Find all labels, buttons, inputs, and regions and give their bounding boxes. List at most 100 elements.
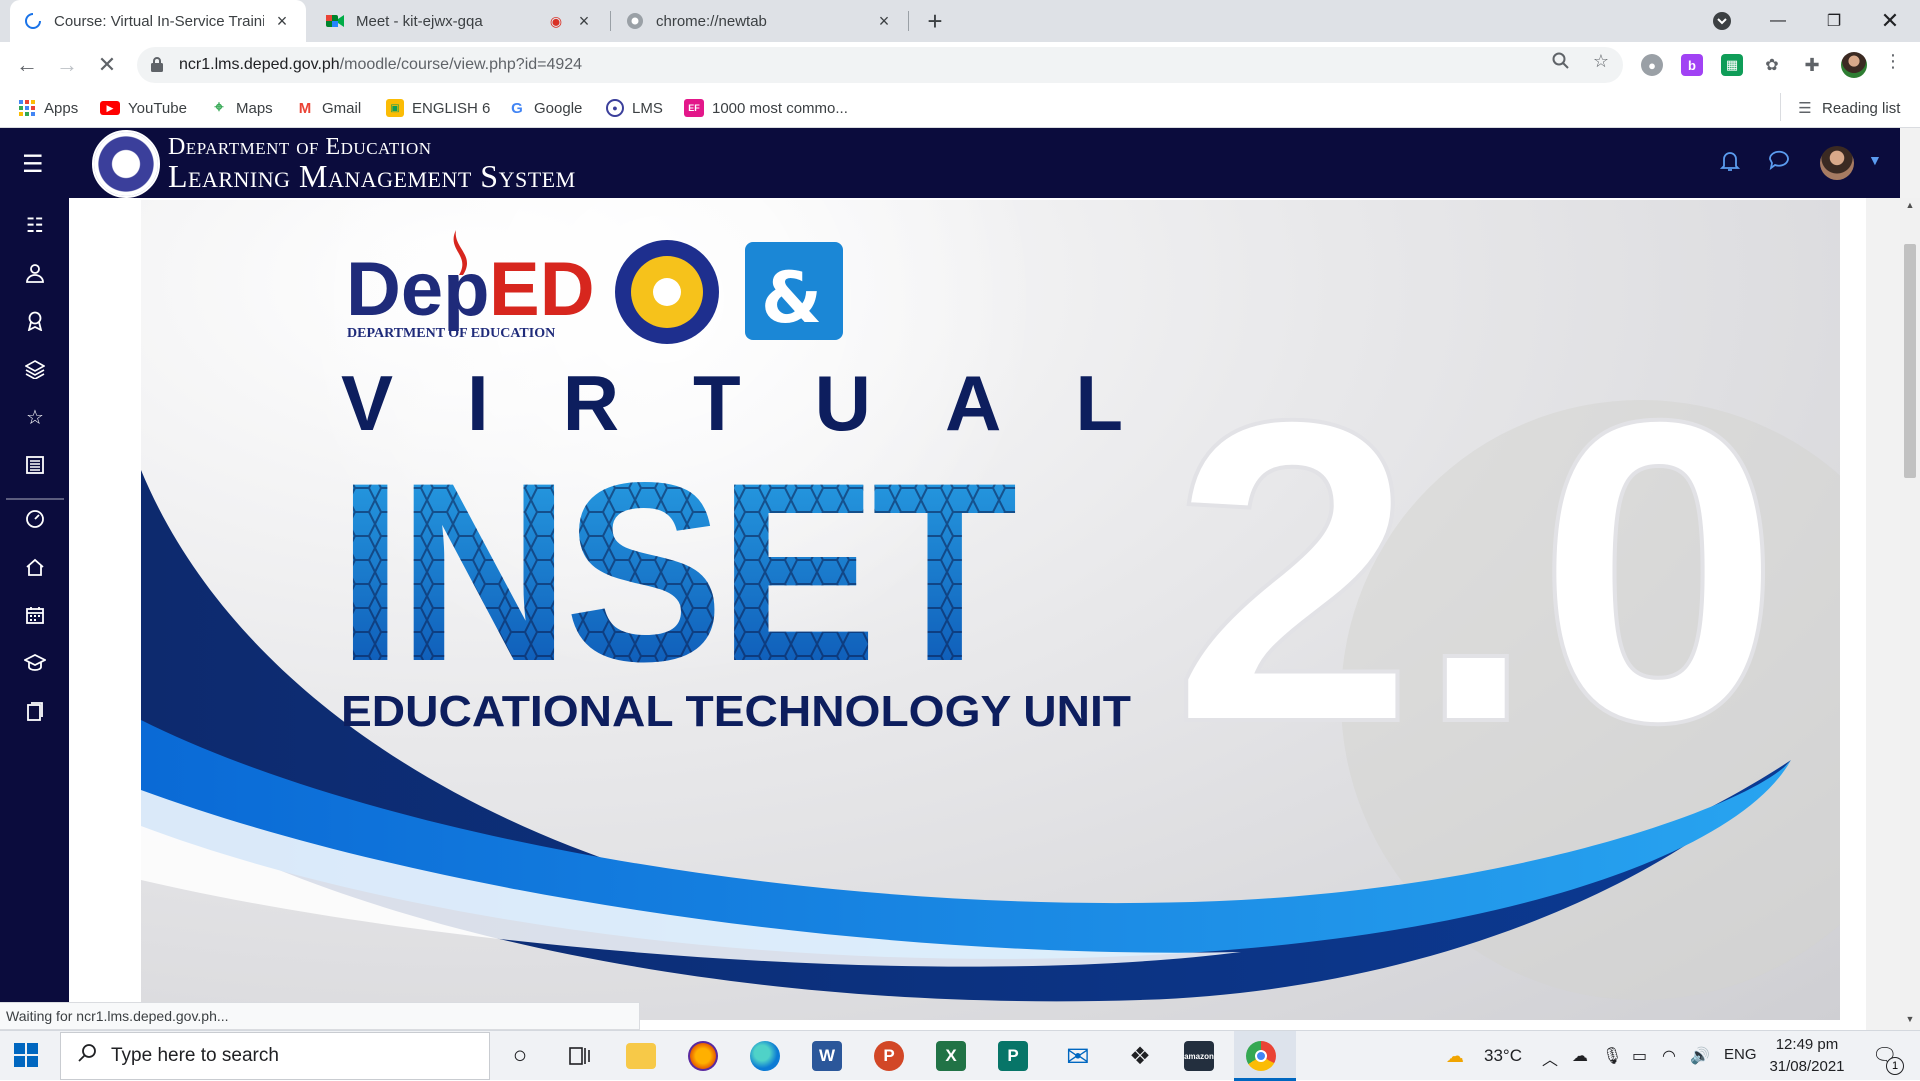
- bookmark-apps[interactable]: Apps: [18, 96, 78, 120]
- scrollbar-thumb[interactable]: [1904, 244, 1916, 478]
- minimize-button[interactable]: —: [1750, 0, 1806, 42]
- word-icon[interactable]: W: [812, 1041, 842, 1071]
- deped-logo: Dep ED DEPARTMENT OF EDUCATION: [346, 230, 595, 341]
- bookmark-label: YouTube: [128, 99, 187, 117]
- close-tab-icon[interactable]: ×: [272, 11, 292, 31]
- mail-icon[interactable]: ✉: [1060, 1038, 1096, 1074]
- back-button[interactable]: ←: [12, 50, 42, 80]
- publisher-icon[interactable]: P: [998, 1041, 1028, 1071]
- task-view-icon[interactable]: [562, 1038, 598, 1074]
- powerpoint-icon[interactable]: P: [874, 1041, 904, 1071]
- file-explorer-icon[interactable]: [626, 1043, 656, 1069]
- tab-title: chrome://newtab: [656, 12, 767, 30]
- messages-chat-icon[interactable]: [1768, 150, 1790, 176]
- deped-logo-dep-text: Dep: [346, 247, 490, 332]
- my-courses-graduation-cap-icon[interactable]: [22, 650, 48, 676]
- tab-search-button[interactable]: [1694, 0, 1750, 42]
- bookmark-star-icon[interactable]: ☆: [1590, 50, 1612, 72]
- onedrive-cloud-icon[interactable]: ☁: [1572, 1046, 1588, 1066]
- tab-newtab[interactable]: chrome://newtab ×: [612, 0, 908, 42]
- volume-icon[interactable]: 🔊: [1690, 1046, 1710, 1066]
- lms-header: ☰ Department of Education Learning Manag…: [0, 128, 1900, 198]
- book-icon[interactable]: [22, 452, 48, 478]
- browser-toolbar: ← → ✕ ncr1.lms.deped.gov.ph/moodle/cours…: [0, 42, 1920, 88]
- sheets-extension-icon[interactable]: ▦: [1721, 54, 1743, 76]
- lms-sidebar: ☷ ☆: [0, 198, 69, 1030]
- badges-icon[interactable]: [22, 308, 48, 334]
- dropbox-icon[interactable]: ❖: [1122, 1038, 1158, 1074]
- stop-loading-button[interactable]: ✕: [92, 50, 122, 80]
- chrome-taskbar-icon[interactable]: [1246, 1041, 1276, 1071]
- lms-org-title: Department of Education: [168, 134, 432, 160]
- excel-icon[interactable]: X: [936, 1041, 966, 1071]
- zoom-icon[interactable]: [1550, 50, 1572, 72]
- dashboard-gauge-icon[interactable]: [22, 506, 48, 532]
- new-tab-button[interactable]: +: [920, 6, 950, 36]
- restore-button[interactable]: ❐: [1806, 0, 1862, 42]
- edge-icon[interactable]: [750, 1041, 780, 1071]
- address-bar[interactable]: ncr1.lms.deped.gov.ph/moodle/course/view…: [137, 47, 1623, 83]
- firefox-icon[interactable]: [688, 1041, 718, 1071]
- profile-avatar-icon[interactable]: [1841, 52, 1867, 78]
- lms-system-title: Learning Management System: [168, 158, 576, 194]
- bitmoji-extension-icon[interactable]: b: [1681, 54, 1703, 76]
- bookmark-gmail[interactable]: M Gmail: [296, 96, 361, 120]
- taskbar-search-box[interactable]: Type here to search: [60, 1032, 490, 1080]
- bookmark-english6[interactable]: ▣ ENGLISH 6: [386, 96, 490, 120]
- weather-temperature[interactable]: 33°C: [1484, 1046, 1522, 1066]
- chrome-menu-icon[interactable]: ⋮: [1882, 50, 1904, 72]
- tab-course[interactable]: Course: Virtual In-Service Training ×: [10, 0, 306, 42]
- bookmark-google[interactable]: G Google: [508, 96, 582, 120]
- show-hidden-icons-chevron-icon[interactable]: ︿: [1542, 1046, 1558, 1070]
- lock-icon: [151, 57, 165, 73]
- maps-icon: ⌖: [214, 99, 224, 116]
- bookmarks-bar: Apps ▶ YouTube ⌖ Maps M Gmail ▣ ENGLISH …: [0, 88, 1920, 128]
- bookmark-label: Google: [534, 99, 583, 117]
- home-icon[interactable]: [22, 554, 48, 580]
- tab-separator: [908, 11, 909, 31]
- bookmark-maps[interactable]: ⌖ Maps: [210, 96, 273, 120]
- reading-list-button[interactable]: ☰ Reading list: [1796, 96, 1900, 120]
- bookmark-label: Maps: [236, 99, 273, 117]
- competencies-layers-icon[interactable]: [22, 356, 48, 382]
- taskbar-clock[interactable]: 12:49 pm 31/08/2021: [1752, 1034, 1862, 1078]
- windows-start-button[interactable]: [14, 1043, 38, 1072]
- battery-icon[interactable]: ▭: [1632, 1046, 1647, 1066]
- extension-leaf-icon[interactable]: ✿: [1761, 54, 1783, 76]
- extensions-puzzle-icon[interactable]: ✚: [1801, 54, 1823, 76]
- bookmark-1000-words[interactable]: EF 1000 most commo...: [684, 96, 848, 120]
- web-page: ☰ Department of Education Learning Manag…: [0, 128, 1920, 1030]
- close-tab-icon[interactable]: ×: [574, 11, 594, 31]
- forward-button[interactable]: →: [52, 50, 82, 80]
- user-avatar[interactable]: [1820, 146, 1854, 180]
- bookmark-youtube[interactable]: ▶ YouTube: [100, 96, 187, 120]
- bookmark-lms[interactable]: ● LMS: [606, 96, 663, 120]
- reading-list-label: Reading list: [1822, 99, 1901, 117]
- user-menu-caret-icon[interactable]: ▼: [1868, 152, 1882, 168]
- cortana-icon[interactable]: ○: [502, 1038, 538, 1074]
- grades-star-icon[interactable]: ☆: [22, 404, 48, 430]
- content-bank-icon[interactable]: [22, 698, 48, 724]
- url-text: ncr1.lms.deped.gov.ph/moodle/course/view…: [179, 56, 582, 74]
- close-tab-icon[interactable]: ×: [874, 11, 894, 31]
- recording-icon: ◉: [549, 12, 563, 29]
- bookmark-label: Gmail: [322, 99, 362, 117]
- close-window-button[interactable]: ✕: [1862, 0, 1918, 42]
- windows-taskbar: Type here to search ○ W P X P ✉ ❖ amazon…: [0, 1030, 1920, 1081]
- scroll-down-icon[interactable]: ▼: [1904, 1014, 1916, 1026]
- extension-icon[interactable]: ●: [1641, 54, 1663, 76]
- wifi-icon[interactable]: ◠: [1662, 1046, 1676, 1066]
- tab-meet[interactable]: Meet - kit-ejwx-gqa ◉ ×: [312, 0, 608, 42]
- url-path: /moodle/course/view.php?id=4924: [339, 56, 583, 73]
- menu-hamburger-icon[interactable]: ☰: [22, 150, 44, 179]
- scroll-up-icon[interactable]: ▲: [1904, 200, 1916, 212]
- microphone-icon[interactable]: 🎙: [1602, 1046, 1622, 1066]
- participants-icon[interactable]: [22, 260, 48, 286]
- amazon-icon[interactable]: amazon: [1184, 1041, 1214, 1071]
- notifications-bell-icon[interactable]: [1719, 150, 1741, 178]
- course-index-icon[interactable]: ☷: [22, 212, 48, 238]
- chrome-icon: [626, 12, 644, 30]
- google-meet-icon: [326, 12, 344, 30]
- weather-icon[interactable]: ☁: [1446, 1046, 1464, 1067]
- calendar-icon[interactable]: [22, 602, 48, 628]
